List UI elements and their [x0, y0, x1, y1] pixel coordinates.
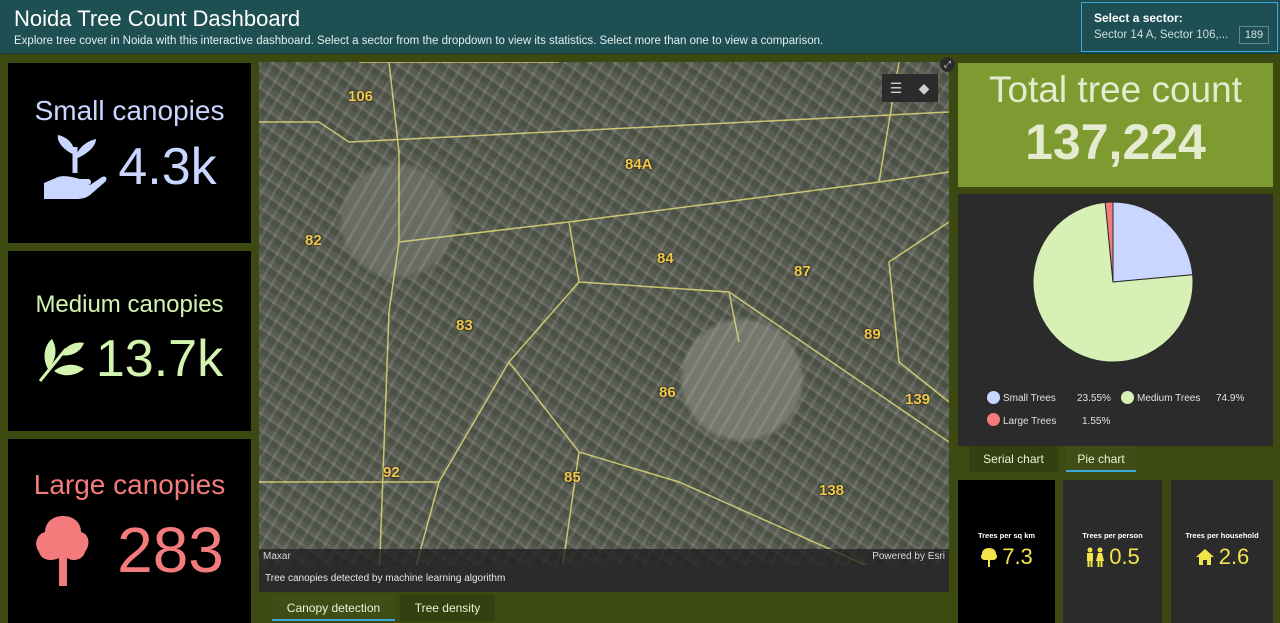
page-subtitle: Explore tree cover in Noida with this in… — [14, 35, 824, 47]
small-canopies-label: Small canopies — [34, 95, 225, 126]
pie-chart-panel: Small Trees 23.55% Medium Trees 74.9% La… — [958, 194, 1273, 446]
sector-selector[interactable]: Select a sector: Sector 14 A, Sector 106… — [1081, 2, 1278, 52]
satellite-map[interactable]: 106 84A 82 84 87 83 89 86 139 92 85 138 — [259, 62, 949, 592]
sector-label: 138 — [819, 482, 845, 499]
trees-per-person-value: 0.5 — [1109, 544, 1140, 569]
large-canopies-panel: Large canopies 283 — [8, 439, 251, 623]
page-title: Noida Tree Count Dashboard — [14, 6, 301, 31]
tab-serial-chart[interactable]: Serial chart — [969, 446, 1058, 472]
sector-boundaries — [259, 62, 949, 592]
map-caption-bar: Tree canopies detected by machine learni… — [259, 565, 949, 592]
map-toolbar: ☰ ◆ — [882, 74, 938, 102]
legend-label-small[interactable]: Small Trees — [1003, 393, 1056, 404]
expand-icon[interactable]: ⤢ — [940, 57, 955, 72]
hand-sprout-icon — [44, 135, 107, 199]
sector-label: 82 — [305, 232, 322, 249]
sector-label: 85 — [564, 469, 581, 486]
sector-label: 106 — [348, 88, 374, 105]
sector-label: 83 — [456, 317, 473, 334]
header-bar: Noida Tree Count Dashboard Explore tree … — [0, 0, 1280, 54]
legend-value-medium: 74.9% — [1216, 393, 1245, 404]
pie-chart[interactable] — [958, 194, 1273, 374]
trees-per-sq-km-label: Trees per sq km — [977, 531, 1036, 540]
small-canopies-panel: Small canopies 4.3k — [8, 63, 251, 243]
sector-label: 139 — [905, 391, 931, 408]
map-attribution: Maxar Powered by Esri — [259, 549, 949, 565]
selected-count-badge: 189 — [1239, 26, 1269, 44]
large-canopies-label: Large canopies — [33, 469, 226, 500]
trees-per-household-value: 2.6 — [1218, 544, 1250, 569]
sector-selector-value[interactable]: Sector 14 A, Sector 106,... — [1094, 29, 1249, 47]
tree-icon — [36, 516, 89, 586]
medium-canopies-label: Medium canopies — [35, 291, 224, 318]
tree-icon — [981, 548, 998, 567]
legend-dot-small — [987, 391, 1000, 404]
house-icon — [1195, 549, 1214, 565]
legend-value-small: 23.55% — [1077, 393, 1111, 404]
medium-canopies-value: 13.7k — [95, 330, 224, 388]
total-tree-count-panel: Total tree count 137,224 — [958, 63, 1273, 187]
attribution-esri[interactable]: Powered by Esri — [872, 551, 945, 562]
tab-canopy-detection[interactable]: Canopy detection — [272, 595, 395, 621]
tab-tree-density[interactable]: Tree density — [400, 595, 495, 621]
sector-selector-label: Select a sector: — [1094, 11, 1183, 25]
leaves-icon — [38, 339, 84, 382]
legend-dot-medium — [1121, 391, 1134, 404]
medium-canopies-panel: Medium canopies 13.7k — [8, 251, 251, 431]
sector-label: 84 — [657, 250, 674, 267]
legend-dot-large — [987, 413, 1000, 426]
large-canopies-value: 283 — [117, 514, 224, 586]
small-canopies-value: 4.3k — [118, 138, 217, 196]
trees-per-sq-km-value: 7.3 — [1002, 544, 1033, 569]
trees-per-sq-km-panel: Trees per sq km 7.3 — [958, 480, 1055, 623]
legend-label-large[interactable]: Large Trees — [1003, 416, 1056, 427]
sector-label: 86 — [659, 384, 676, 401]
people-icon — [1087, 547, 1105, 567]
legend-value-large: 1.55% — [1082, 416, 1111, 427]
trees-per-person-label: Trees per person — [1082, 531, 1143, 540]
trees-per-household-panel: Trees per household 2.6 — [1171, 480, 1273, 623]
trees-per-person-panel: Trees per person 0.5 — [1063, 480, 1162, 623]
sector-label: 84A — [625, 156, 653, 173]
attribution-maxar: Maxar — [263, 551, 291, 562]
map-caption: Tree canopies detected by machine learni… — [265, 573, 506, 584]
total-tree-count-value: 137,224 — [1025, 114, 1206, 170]
trees-per-household-label: Trees per household — [1185, 531, 1259, 540]
tab-pie-chart[interactable]: Pie chart — [1066, 446, 1136, 472]
legend-list-icon[interactable]: ☰ — [882, 74, 910, 102]
sector-label: 92 — [383, 464, 400, 481]
layers-icon[interactable]: ◆ — [910, 74, 938, 102]
sector-label: 87 — [794, 263, 811, 280]
pie-slice-small-trees[interactable] — [1112, 201, 1194, 283]
sector-label: 89 — [864, 326, 881, 343]
total-tree-count-label: Total tree count — [989, 69, 1242, 110]
legend-label-medium[interactable]: Medium Trees — [1137, 393, 1200, 404]
